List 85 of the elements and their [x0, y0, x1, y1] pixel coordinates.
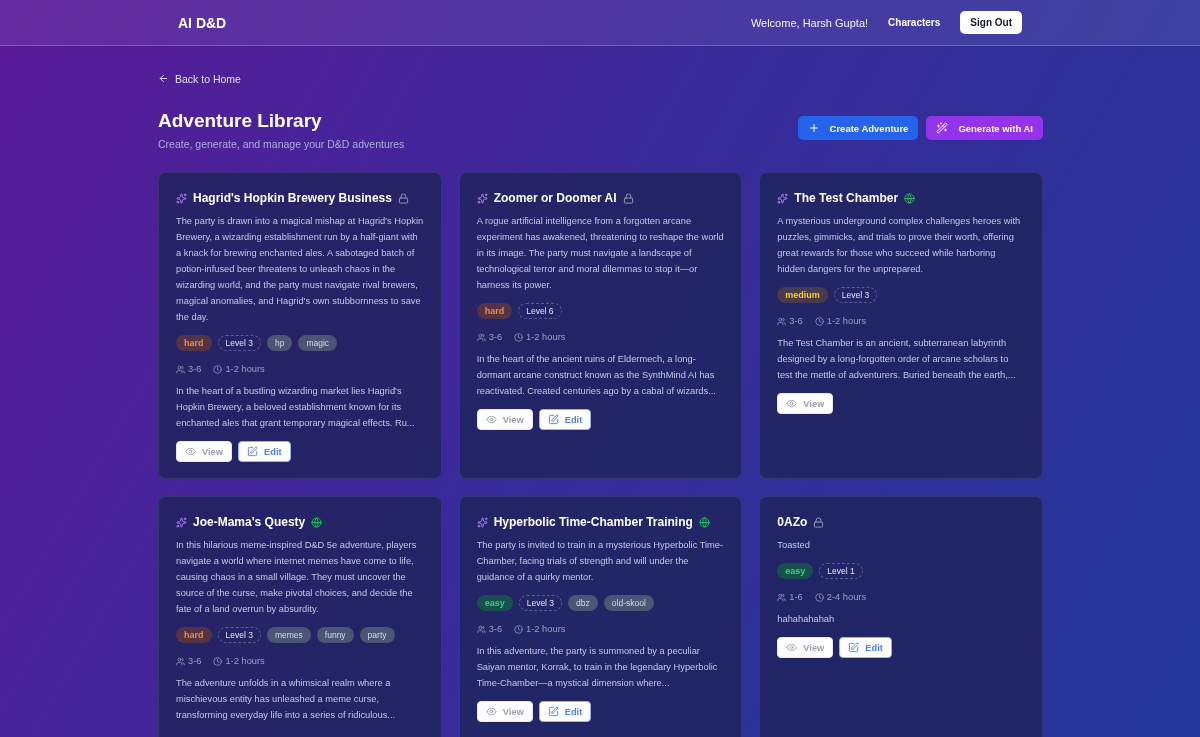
player-count: 3-6 [176, 364, 202, 374]
player-count: 3-6 [476, 624, 503, 634]
difficulty-tag: easy [777, 563, 814, 579]
view-button[interactable]: View [777, 637, 834, 658]
welcome-text: Welcome, Harsh Gupta! [750, 16, 869, 29]
adventure-summary: A mysterious underground complex challenges heroes with puzzles, gimmicks, and trials to prove their worth, offering great rewards for those who succeed while harboring hidden dangers for the unprepared. [777, 215, 1022, 276]
difficulty-tag: hard [476, 303, 513, 319]
arrow-left-icon [158, 73, 169, 84]
topic-tag: party [359, 627, 395, 643]
adventure-title: The Test Chamber [794, 191, 899, 205]
eye-icon [485, 706, 497, 717]
player-count: 1-6 [777, 592, 803, 602]
duration: 1-2 hours [514, 624, 566, 634]
adventure-description: hahahahahah [777, 613, 836, 626]
magic-wand-icon [936, 122, 949, 134]
pencil-icon [848, 642, 860, 653]
topic-tag: magic [298, 335, 338, 351]
adventure-summary: Toasted [777, 539, 811, 552]
eye-icon [786, 642, 798, 653]
pencil-icon [547, 706, 559, 717]
edit-button[interactable]: Edit [538, 701, 592, 722]
people-icon [176, 656, 185, 666]
player-count: 3-6 [777, 316, 803, 326]
adventure-title: Joe-Mama's Questy [193, 515, 306, 529]
duration: 1-2 hours [213, 656, 265, 666]
topic-tag: hp [266, 335, 293, 351]
pencil-icon [547, 414, 559, 425]
player-count: 3-6 [476, 332, 503, 342]
difficulty-tag: hard [176, 335, 212, 351]
adventure-description: In the heart of the ancient ruins of Eldermech, a long-dormant arcane construct known as the SynthMind AI has reactivated. Created centuries ago by a cabal of wizards... [476, 353, 717, 398]
page-title: Adventure Library [158, 110, 323, 132]
adventure-title: Hyperbolic Time-Chamber Training [493, 515, 693, 529]
edit-button[interactable]: Edit [538, 409, 592, 430]
people-icon [777, 592, 787, 602]
adventure-description: In the heart of a bustling wizarding market lies Hagrid's Hopkin Brewery, a beloved establishment known for its enchanted ales that grant temporary magical effects. Ru... [176, 385, 416, 430]
edit-button[interactable]: Edit [839, 637, 892, 658]
view-button[interactable]: View [476, 701, 533, 722]
generate-button[interactable]: Generate with AI [926, 116, 1043, 140]
adventure-summary: The party is invited to train in a mysterious Hyperbolic Time-Chamber, facing trials of strength and will under the guidance of a quirky mentor. [476, 539, 725, 584]
plus-icon [807, 122, 820, 134]
characters-link[interactable]: Characters [888, 17, 941, 28]
adventure-description: The adventure unfolds in a whimsical realm where a mischievous entity has unleashed a meme curse, transforming everyday life into a series of ridiculous... [176, 677, 397, 722]
clock-icon [814, 316, 824, 326]
people-icon [476, 332, 486, 342]
clock-icon [213, 364, 223, 374]
player-count: 3-6 [176, 656, 202, 666]
eye-icon [485, 414, 497, 425]
adventure-description: The Test Chamber is an ancient, subterranean labyrinth designed by a long-forgotten order of arcane scholars to test the mettle of adventurers. Buried beneath the earth,... [777, 337, 1017, 382]
sign-out-button[interactable]: Sign Out [960, 11, 1022, 34]
adventure-summary: The party is drawn into a magical mishap at Hagrid's Hopkin Brewery, a wizarding establishment run by a half-giant with a knack for brewing enchanted ales. A sabotaged batch of potion-infused beer threatens to unleash chaos in the wizarding world, and the party must navigate rival brewers, magical anomalies, and Hagrid's own stubbornness to save the day. [176, 215, 424, 324]
difficulty-tag: medium [777, 287, 828, 303]
people-icon [176, 364, 185, 374]
duration: 1-2 hours [213, 364, 265, 374]
topic-tag: funny [316, 627, 354, 643]
view-button[interactable]: View [176, 441, 233, 462]
duration: 1-2 hours [514, 332, 566, 342]
adventure-title: Hagrid's Hopkin Brewery Business [193, 191, 392, 205]
difficulty-tag: hard [176, 627, 212, 643]
eye-icon [185, 446, 196, 457]
adventure-description: In this adventure, the party is summoned by a peculiar Saiyan mentor, Korrak, to train in the legendary Hyperbolic Time-Chamber—a mystical dimension where... [476, 645, 719, 690]
clock-icon [514, 332, 524, 342]
back-link[interactable]: Back to Home [158, 72, 241, 85]
clock-icon [814, 592, 824, 602]
topic-tag: dbz [568, 595, 598, 611]
duration: 2-4 hours [814, 592, 867, 602]
view-button[interactable]: View [777, 393, 834, 414]
topic-tag: memes [266, 627, 311, 643]
adventure-summary: A rogue artificial intelligence from a forgotten arcane experiment has awakened, threatening to reshape the world in its image. The party must navigate a landscape of technological terror and moral dilemmas to stop it—or harness its power. [476, 215, 725, 292]
topic-tag: old-skool [603, 595, 654, 611]
clock-icon [213, 656, 223, 666]
pencil-icon [247, 446, 259, 457]
edit-button[interactable]: Edit [238, 441, 291, 462]
people-icon [777, 316, 787, 326]
difficulty-tag: easy [476, 595, 513, 611]
adventure-summary: In this hilarious meme-inspired D&D 5e adventure, players navigate a world where internet memes have come to life, causing chaos in a small village. They must uncover the source of the curse, make pivotal choices, and decide the fate of a land overrun by absurdity. [176, 539, 418, 616]
eye-icon [786, 398, 798, 409]
create-button[interactable]: Create Adventure [797, 116, 919, 140]
adventure-title: Zoomer or Doomer AI [493, 191, 617, 205]
clock-icon [514, 624, 524, 634]
duration: 1-2 hours [814, 316, 867, 326]
app-logo: AI D&D [178, 14, 227, 31]
people-icon [476, 624, 486, 634]
view-button[interactable]: View [476, 409, 533, 430]
adventure-title: 0AZo [777, 515, 808, 529]
page-subtitle: Create, generate, and manage your D&D adventures [158, 138, 405, 150]
